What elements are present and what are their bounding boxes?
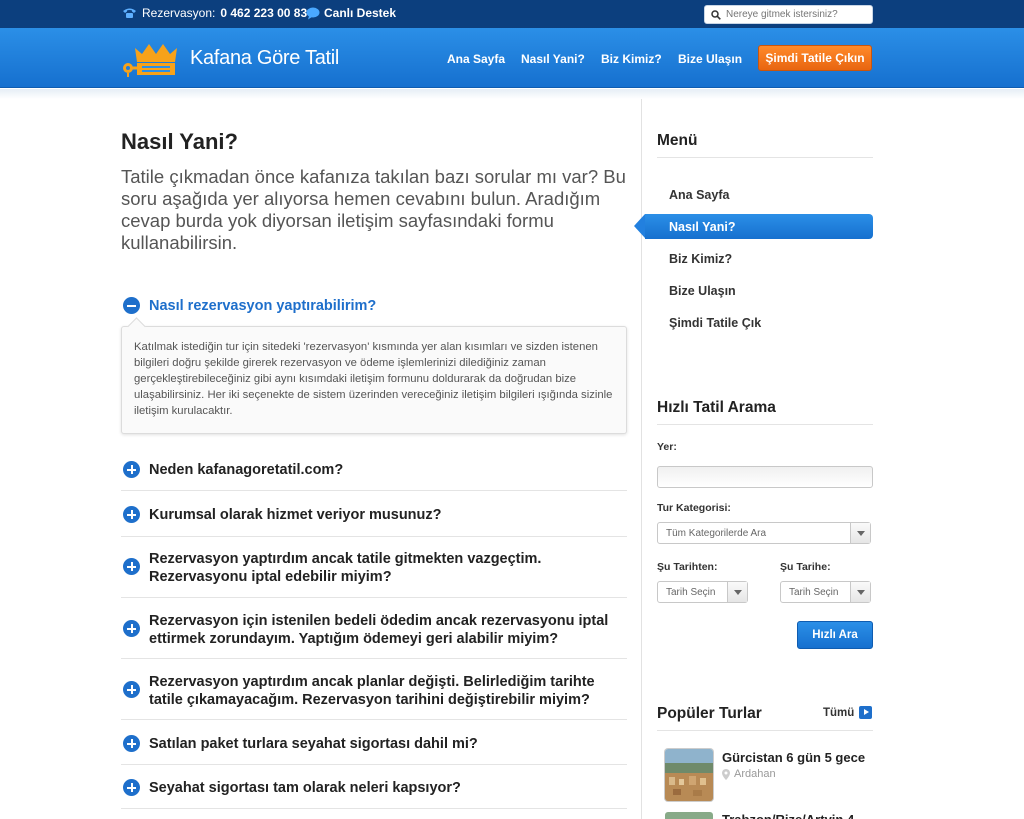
- collapse-icon: [123, 297, 140, 314]
- category-label: Tur Kategorisi:: [657, 502, 731, 514]
- chevron-down-icon: [850, 523, 870, 543]
- faq-question[interactable]: Neden kafanagoretatil.com?: [123, 461, 614, 479]
- top-search-box[interactable]: [704, 5, 873, 24]
- faq-question[interactable]: Seyahat sigortası tam olarak neleri kaps…: [123, 779, 614, 797]
- divider: [121, 719, 627, 720]
- from-date-label: Şu Tarihten:: [657, 561, 718, 573]
- divider: [121, 764, 627, 765]
- logo-text: Kafana Göre Tatil: [190, 46, 340, 69]
- divider: [657, 424, 873, 425]
- search-input[interactable]: [726, 9, 866, 20]
- main-header: Kafana Göre Tatil Ana Sayfa Nasıl Yani? …: [0, 28, 1024, 88]
- popular-tours-title: Popüler Turlar: [657, 705, 762, 722]
- category-value: Tüm Kategorilerde Ara: [666, 527, 767, 539]
- header-shadow: [0, 89, 1024, 99]
- expand-icon: [123, 506, 140, 523]
- faq-question[interactable]: Satılan paket turlara seyahat sigortası …: [123, 735, 614, 753]
- faq-question-text: Neden kafanagoretatil.com?: [149, 462, 344, 478]
- faq-question[interactable]: Rezervasyon yaptırdım ancak planlar deği…: [123, 673, 614, 709]
- faq-question[interactable]: Kurumsal olarak hizmet veriyor musunuz?: [123, 506, 614, 524]
- nav-about[interactable]: Biz Kimiz?: [601, 52, 662, 66]
- sidebar-item-start[interactable]: Şimdi Tatile Çık: [669, 316, 761, 330]
- tour-photo-image: [665, 749, 713, 801]
- where-label: Yer:: [657, 441, 677, 453]
- divider: [657, 157, 873, 158]
- reservation-label: Rezervasyon:: [142, 6, 216, 20]
- faq-question[interactable]: Rezervasyon için istenilen bedeli ödedim…: [123, 612, 614, 648]
- divider: [121, 490, 627, 491]
- faq-question-text: Rezervasyon için istenilen bedeli ödedim…: [149, 613, 609, 647]
- faq-answer: Katılmak istediğin tur için sitedeki 're…: [121, 326, 627, 434]
- search-icon: [711, 9, 721, 20]
- to-date-select[interactable]: Tarih Seçin: [780, 581, 871, 603]
- tour-location-text: Ardahan: [734, 768, 776, 780]
- expand-icon: [123, 735, 140, 752]
- faq-question-text: Satılan paket turlara seyahat sigortası …: [149, 736, 478, 752]
- to-date-value: Tarih Seçin: [789, 586, 839, 598]
- tour-thumbnail[interactable]: [665, 812, 713, 819]
- page-title: Nasıl Yani?: [121, 129, 238, 154]
- chevron-down-icon: [727, 582, 747, 602]
- expand-icon: [123, 558, 140, 575]
- chevron-down-icon: [850, 582, 870, 602]
- nav-contact[interactable]: Bize Ulaşın: [678, 52, 742, 66]
- quick-search-button[interactable]: Hızlı Ara: [797, 621, 873, 649]
- expand-icon: [123, 779, 140, 796]
- tour-title[interactable]: Trabzon/Rize/Artvin 4: [722, 812, 854, 819]
- chat-bubble-icon: [306, 7, 320, 19]
- faq-question-open[interactable]: Nasıl rezervasyon yaptırabilirim?: [123, 297, 614, 315]
- tour-title[interactable]: Gürcistan 6 gün 5 gece: [722, 750, 865, 765]
- location-pin-icon: [722, 768, 730, 780]
- divider: [121, 808, 627, 809]
- arrow-right-icon: [859, 706, 873, 719]
- where-input[interactable]: [657, 466, 873, 488]
- category-select[interactable]: Tüm Kategorilerde Ara: [657, 522, 871, 544]
- divider: [121, 536, 627, 537]
- sidebar-item-how-active[interactable]: Nasıl Yani?: [634, 214, 873, 239]
- all-tours-link[interactable]: Tümü: [823, 706, 873, 719]
- top-bar: Rezervasyon: 0 462 223 00 83 Canlı Deste…: [0, 0, 1024, 28]
- faq-question-text: Kurumsal olarak hizmet veriyor musunuz?: [149, 507, 442, 523]
- divider: [121, 658, 627, 659]
- crown-key-logo-icon: [123, 44, 177, 77]
- quick-search-title: Hızlı Tatil Arama: [657, 399, 776, 416]
- intro-text: Tatile çıkmadan önce kafanıza takılan ba…: [121, 166, 626, 253]
- sidebar-item-about[interactable]: Biz Kimiz?: [669, 252, 732, 266]
- faq-question-text: Rezervasyon yaptırdım ancak tatile gitme…: [149, 551, 542, 585]
- faq-question-text: Rezervasyon yaptırdım ancak planlar deği…: [149, 674, 595, 708]
- column-divider: [641, 99, 642, 819]
- tour-thumbnail[interactable]: [665, 749, 713, 801]
- expand-icon: [123, 681, 140, 698]
- menu-title: Menü: [657, 132, 698, 149]
- divider: [657, 730, 873, 731]
- live-support-label: Canlı Destek: [324, 6, 397, 20]
- reservation-phone[interactable]: Rezervasyon: 0 462 223 00 83: [122, 6, 307, 20]
- expand-icon: [123, 620, 140, 637]
- start-vacation-button[interactable]: Şimdi Tatile Çıkın: [758, 45, 872, 71]
- sidebar-item-contact[interactable]: Bize Ulaşın: [669, 284, 736, 298]
- nav-how[interactable]: Nasıl Yani?: [521, 52, 585, 66]
- sidebar-item-home[interactable]: Ana Sayfa: [669, 188, 729, 202]
- expand-icon: [123, 461, 140, 478]
- from-date-value: Tarih Seçin: [666, 586, 716, 598]
- logo[interactable]: Kafana Göre Tatil: [122, 38, 339, 78]
- live-support-link[interactable]: Canlı Destek: [306, 6, 396, 20]
- faq-question-text: Seyahat sigortası tam olarak neleri kaps…: [149, 780, 461, 796]
- reservation-number: 0 462 223 00 83: [220, 6, 308, 20]
- faq-question[interactable]: Rezervasyon yaptırdım ancak tatile gitme…: [123, 550, 614, 586]
- nav-home[interactable]: Ana Sayfa: [447, 52, 505, 66]
- from-date-select[interactable]: Tarih Seçin: [657, 581, 748, 603]
- all-tours-label: Tümü: [823, 706, 855, 719]
- to-date-label: Şu Tarihe:: [780, 561, 831, 573]
- faq-question-text: Nasıl rezervasyon yaptırabilirim?: [149, 298, 377, 314]
- phone-icon: [123, 8, 136, 18]
- tour-location: Ardahan: [722, 768, 776, 780]
- divider: [121, 597, 627, 598]
